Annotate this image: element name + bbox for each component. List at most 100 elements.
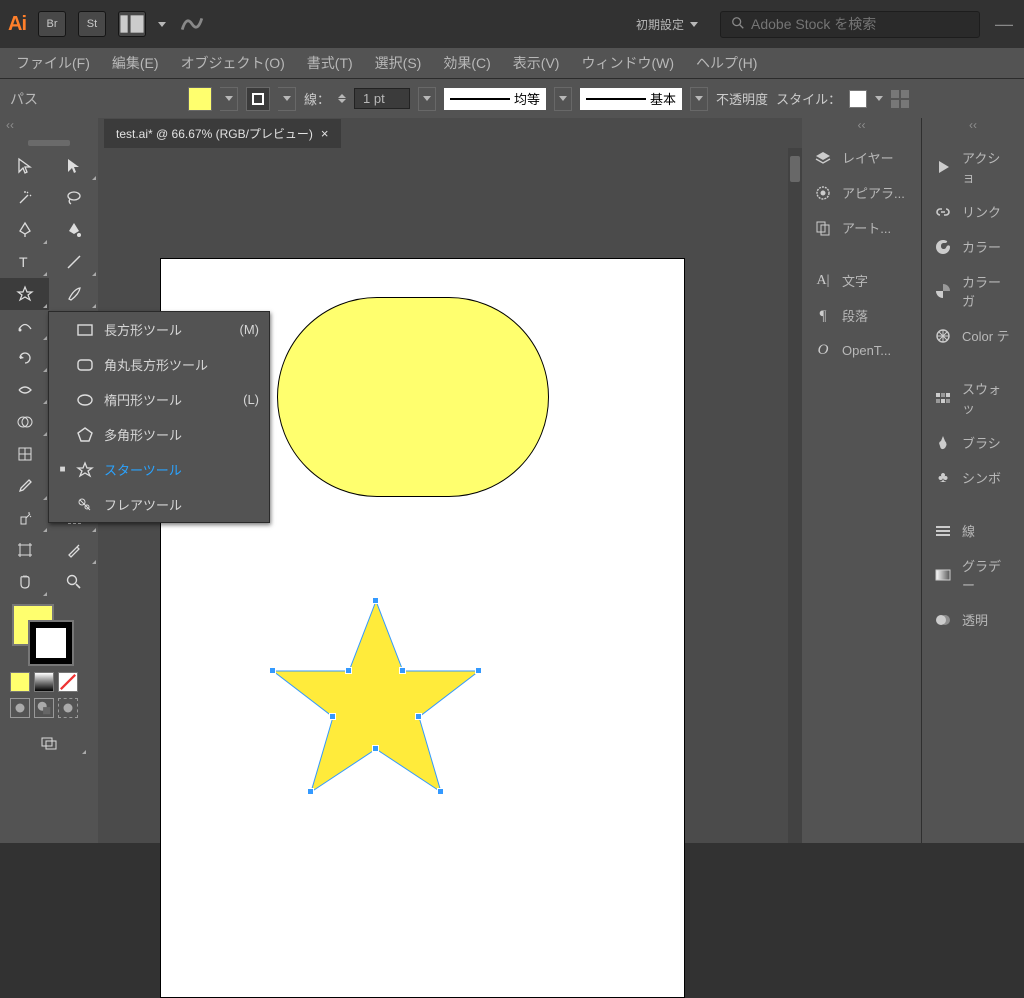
menu-effect[interactable]: 効果(C): [433, 49, 500, 77]
rounded-rectangle-shape[interactable]: [277, 297, 549, 497]
paintbrush-tool[interactable]: [49, 278, 98, 310]
mesh-tool[interactable]: [0, 438, 49, 470]
shaper-tool[interactable]: [0, 310, 49, 342]
graphic-style-dropdown[interactable]: [875, 96, 883, 101]
stroke-swatch[interactable]: [246, 87, 270, 111]
direct-selection-tool[interactable]: [49, 150, 98, 182]
flyout-polygon-tool[interactable]: 多角形ツール: [49, 417, 269, 452]
panel-paragraph[interactable]: ¶段落: [802, 298, 921, 333]
color-mode-icon[interactable]: [10, 672, 30, 692]
panel-collapse-handle-b[interactable]: ‹‹: [922, 118, 1024, 132]
graphic-style-swatch[interactable]: [849, 90, 867, 108]
panel-links[interactable]: リンク: [922, 194, 1024, 229]
lasso-tool[interactable]: [49, 182, 98, 214]
menu-window[interactable]: ウィンドウ(W): [571, 49, 684, 77]
profile-dropdown[interactable]: [554, 87, 572, 111]
star-shape-selected[interactable]: [261, 589, 491, 822]
panel-stroke[interactable]: 線: [922, 513, 1024, 548]
arrange-documents-dropdown[interactable]: [158, 22, 166, 27]
minimize-icon[interactable]: —: [992, 14, 1016, 35]
panel-swatches[interactable]: スウォッ: [922, 371, 1024, 425]
magic-wand-tool[interactable]: [0, 182, 49, 214]
fill-stroke-indicator[interactable]: [0, 598, 98, 672]
panel-brushes[interactable]: ブラシ: [922, 425, 1024, 460]
slice-tool[interactable]: [49, 534, 98, 566]
artboard-tool[interactable]: [0, 534, 49, 566]
flyout-rounded-rectangle-tool[interactable]: 角丸長方形ツール: [49, 347, 269, 382]
panel-layers[interactable]: レイヤー: [802, 140, 921, 175]
draw-normal-icon[interactable]: [10, 698, 30, 718]
variable-width-profile[interactable]: 均等: [444, 88, 546, 110]
panel-appearance[interactable]: アピアラ...: [802, 175, 921, 210]
width-tool[interactable]: [0, 374, 49, 406]
opacity-label[interactable]: 不透明度: [716, 89, 768, 108]
panel-gradient[interactable]: グラデー: [922, 548, 1024, 602]
zoom-tool[interactable]: [49, 566, 98, 598]
scrollbar-thumb[interactable]: [790, 156, 800, 182]
arrange-documents-icon[interactable]: [118, 11, 146, 37]
flyout-flare-tool[interactable]: フレアツール: [49, 487, 269, 522]
stroke-dropdown[interactable]: [278, 87, 296, 111]
draw-behind-icon[interactable]: [34, 698, 54, 718]
fill-swatch[interactable]: [188, 87, 212, 111]
panel-grip-icon[interactable]: [28, 140, 70, 146]
stock-search-input[interactable]: [751, 16, 969, 32]
panel-artboards[interactable]: アート...: [802, 210, 921, 245]
brush-dropdown[interactable]: [690, 87, 708, 111]
flyout-star-tool[interactable]: ■ スターツール: [49, 452, 269, 487]
selection-tool[interactable]: [0, 150, 49, 182]
panel-transparency[interactable]: 透明: [922, 602, 1024, 637]
menu-select[interactable]: 選択(S): [365, 49, 432, 77]
gradient-mode-icon[interactable]: [34, 672, 54, 692]
brush-definition[interactable]: 基本: [580, 88, 682, 110]
vertical-scrollbar[interactable]: [788, 148, 802, 843]
shape-builder-tool[interactable]: [0, 406, 49, 438]
gpu-preview-icon[interactable]: [178, 11, 206, 37]
star-tool[interactable]: [0, 278, 49, 310]
panel-color[interactable]: カラー: [922, 229, 1024, 264]
close-icon[interactable]: ×: [321, 126, 329, 141]
stroke-weight-stepper[interactable]: [338, 94, 346, 103]
none-mode-icon[interactable]: [58, 672, 78, 692]
eyedropper-tool[interactable]: [0, 470, 49, 502]
panel-actions[interactable]: アクショ: [922, 140, 1024, 194]
workspace-switcher[interactable]: 初期設定: [626, 12, 708, 37]
panel-symbols[interactable]: ♣シンボ: [922, 460, 1024, 495]
current-stroke-swatch[interactable]: [30, 622, 72, 664]
document-tab[interactable]: test.ai* @ 66.67% (RGB/プレビュー) ×: [104, 119, 341, 148]
menu-view[interactable]: 表示(V): [503, 49, 570, 77]
bridge-icon[interactable]: Br: [38, 11, 66, 37]
stroke-weight[interactable]: 1 pt: [354, 88, 410, 109]
hand-tool[interactable]: [0, 566, 49, 598]
panel-character[interactable]: A|文字: [802, 263, 921, 298]
flyout-rectangle-tool[interactable]: 長方形ツール (M): [49, 312, 269, 347]
panel-collapse-handle[interactable]: ‹‹: [802, 118, 921, 132]
curvature-tool[interactable]: [49, 214, 98, 246]
panel-drag-handle[interactable]: ‹‹: [0, 118, 98, 132]
workspace: ‹‹ T: [0, 118, 1024, 843]
menu-file[interactable]: ファイル(F): [6, 49, 100, 77]
fill-dropdown[interactable]: [220, 87, 238, 111]
stock-icon[interactable]: St: [78, 11, 106, 37]
panel-opentype[interactable]: OOpenT...: [802, 333, 921, 367]
menu-bar: ファイル(F) 編集(E) オブジェクト(O) 書式(T) 選択(S) 効果(C…: [0, 48, 1024, 78]
profile-uniform-label: 均等: [514, 89, 540, 108]
type-tool[interactable]: T: [0, 246, 49, 278]
stroke-weight-dropdown[interactable]: [418, 87, 436, 111]
menu-edit[interactable]: 編集(E): [102, 49, 169, 77]
menu-type[interactable]: 書式(T): [297, 49, 363, 77]
line-segment-tool[interactable]: [49, 246, 98, 278]
menu-help[interactable]: ヘルプ(H): [686, 49, 767, 77]
panel-color-themes[interactable]: Color テ: [922, 318, 1024, 353]
symbol-sprayer-tool[interactable]: [0, 502, 49, 534]
screen-mode-icon[interactable]: [10, 730, 88, 756]
menu-object[interactable]: オブジェクト(O): [171, 49, 295, 77]
draw-inside-icon[interactable]: [58, 698, 78, 718]
brushes-icon: [934, 434, 952, 452]
rotate-tool[interactable]: [0, 342, 49, 374]
flyout-ellipse-tool[interactable]: 楕円形ツール (L): [49, 382, 269, 417]
panel-color-guide[interactable]: カラーガ: [922, 264, 1024, 318]
recolor-icon[interactable]: [891, 90, 909, 108]
stock-search[interactable]: [720, 11, 980, 38]
pen-tool[interactable]: [0, 214, 49, 246]
